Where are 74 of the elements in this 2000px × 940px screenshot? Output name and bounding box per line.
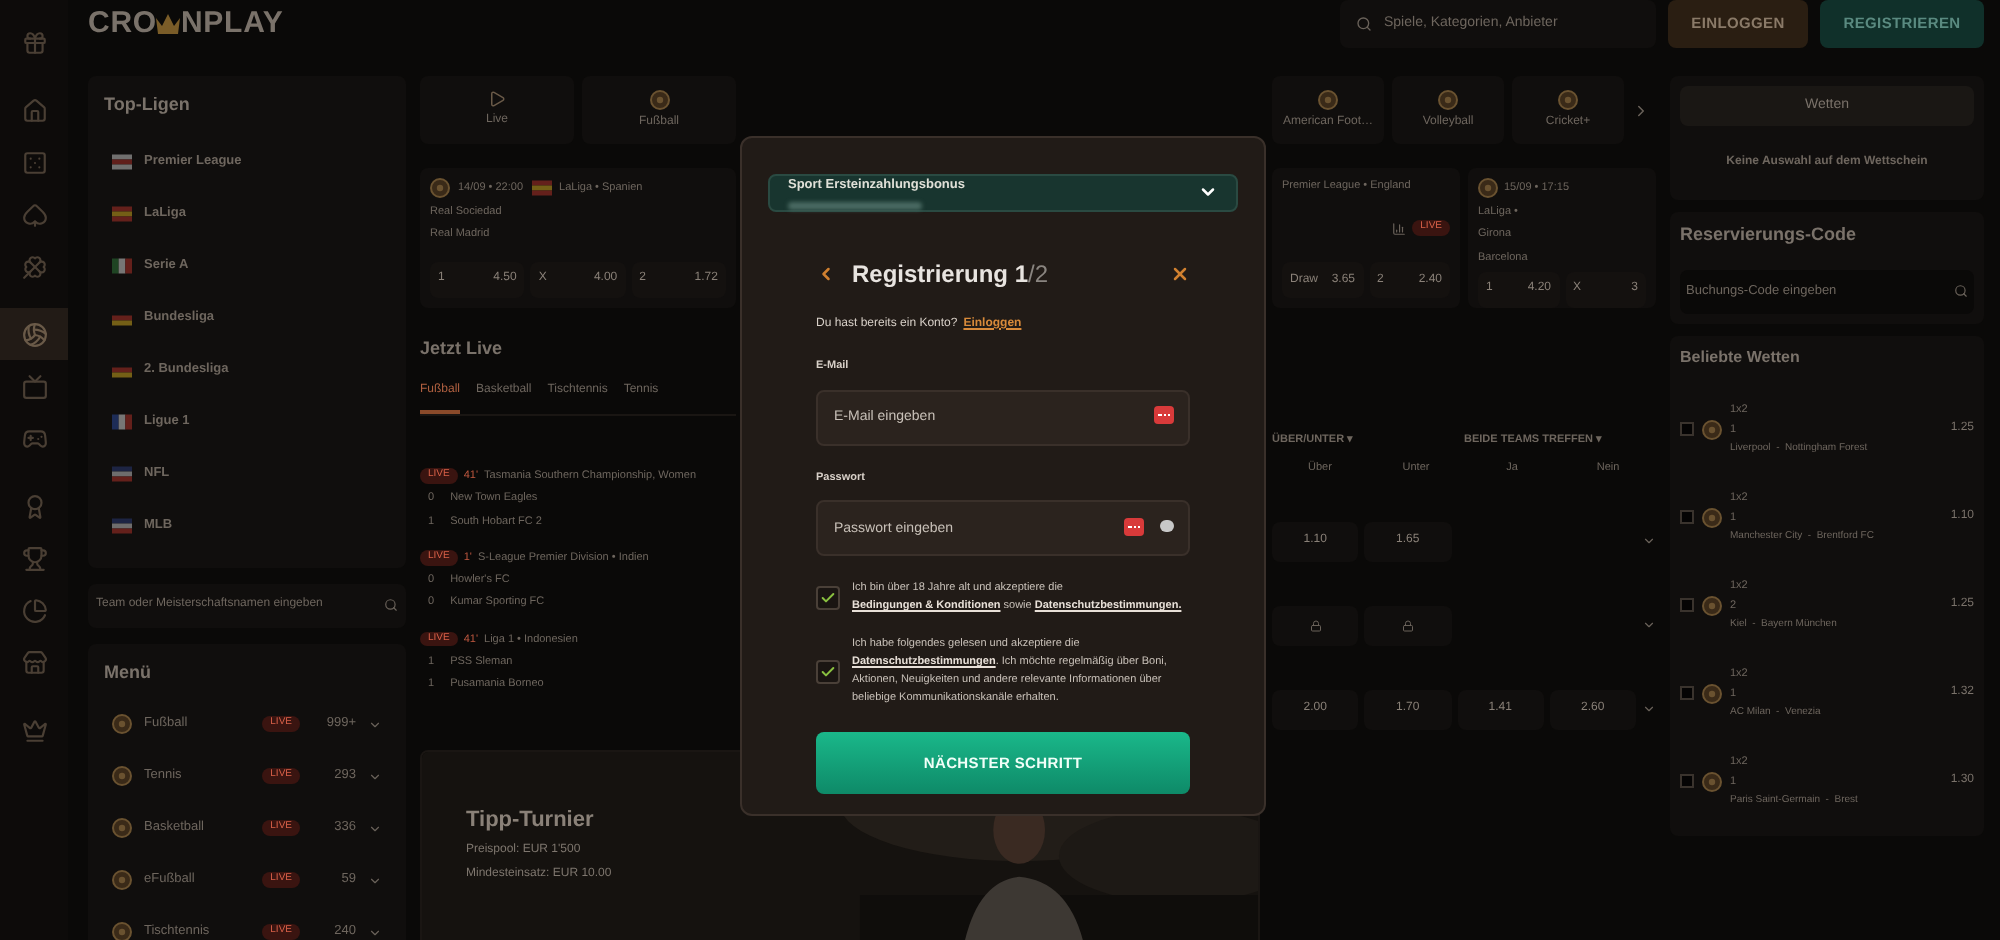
nav-icon (21, 321, 47, 347)
ball-icon (1558, 89, 1578, 109)
flag-icon (112, 153, 132, 169)
nav-icon (21, 97, 47, 123)
nav-icon (21, 253, 47, 279)
back-icon[interactable] (816, 263, 836, 284)
flag-icon (112, 413, 132, 429)
ball-icon (112, 766, 132, 786)
checkbox[interactable] (816, 586, 840, 611)
checkbox[interactable] (1680, 510, 1694, 524)
lock-icon (1401, 619, 1414, 631)
nav-icon (21, 597, 47, 623)
ball-icon (112, 870, 132, 890)
caret-icon (368, 925, 382, 939)
checkbox[interactable] (1680, 422, 1694, 436)
search-icon (384, 598, 398, 612)
modal-title: Registrierung 1/2 (852, 257, 1051, 292)
panel-title: Reservierungs-Code (1680, 222, 1859, 248)
stats-icon (1392, 221, 1407, 236)
flag-icon (112, 257, 132, 273)
panel-title: Beliebte Wetten (1680, 345, 1802, 369)
ball-icon (1702, 683, 1722, 703)
checkbox[interactable] (816, 660, 840, 685)
ball-icon (1702, 771, 1722, 791)
caret-icon (368, 717, 382, 731)
nav-icon (21, 545, 47, 571)
nav-icon (21, 29, 47, 55)
caret-icon (368, 821, 382, 835)
crown-icon (156, 14, 181, 34)
blurred-text (788, 201, 922, 210)
nav-icon (21, 425, 47, 451)
nav-icon (21, 493, 47, 519)
caret-icon[interactable] (1642, 702, 1656, 716)
ball-icon (112, 922, 132, 940)
nav-icon (21, 649, 47, 675)
nav-icon (21, 201, 47, 227)
caret-icon[interactable] (1642, 618, 1656, 632)
flag-icon (112, 205, 132, 221)
caret-icon (368, 873, 382, 887)
caret-icon[interactable] (1642, 534, 1656, 548)
play-icon (488, 90, 506, 108)
section-title: Jetzt Live (420, 335, 505, 361)
rail-button[interactable] (0, 308, 68, 360)
logo[interactable]: CRO NPLAY (88, 1, 688, 47)
panel-title: Top-Ligen (104, 92, 192, 118)
caret-icon (368, 769, 382, 783)
nav-icon (21, 149, 47, 175)
checkbox[interactable] (1680, 686, 1694, 700)
banner-title: Tipp-Turnier (466, 805, 596, 835)
ball-icon (1318, 89, 1338, 109)
nav-icon (21, 717, 47, 743)
panel-title: Menü (104, 659, 153, 685)
check-icon (820, 590, 836, 607)
flag-icon (531, 180, 552, 196)
ball-icon (1702, 419, 1722, 439)
checkbox[interactable] (1680, 598, 1694, 612)
ball-icon (112, 714, 132, 734)
flag-icon (112, 517, 132, 533)
ball-icon (1438, 89, 1458, 109)
nav-icon (21, 373, 47, 399)
ball-icon (1702, 595, 1722, 615)
lock-icon (1309, 619, 1322, 631)
ball-icon (649, 89, 669, 109)
checkbox[interactable] (1680, 774, 1694, 788)
ball-icon (1702, 507, 1722, 527)
flag-icon (112, 465, 132, 481)
ball-icon (1478, 178, 1498, 198)
ball-icon (112, 818, 132, 838)
search-icon (1356, 16, 1372, 32)
ball-icon (430, 178, 450, 198)
close-icon[interactable] (1170, 263, 1190, 284)
check-icon (820, 664, 836, 681)
password-manager-icon[interactable] (1154, 406, 1174, 424)
search-icon (1954, 284, 1968, 298)
